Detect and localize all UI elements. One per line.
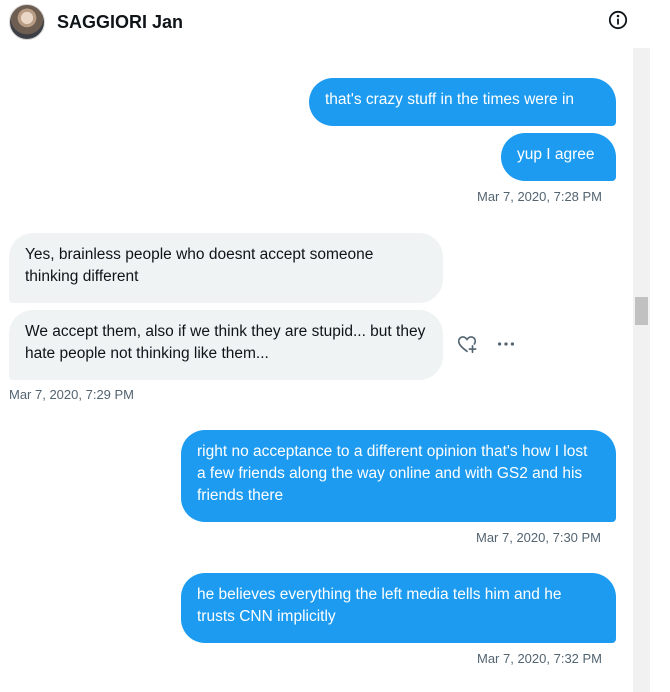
message-text: Yes, brainless people who doesnt accept … bbox=[25, 246, 374, 285]
message-bubble-sent[interactable]: that's crazy stuff in the times were in bbox=[309, 78, 616, 126]
info-icon[interactable] bbox=[608, 10, 628, 30]
scrollbar-thumb[interactable] bbox=[635, 297, 648, 325]
message-timestamp: Mar 7, 2020, 7:29 PM bbox=[9, 387, 135, 402]
heart-plus-icon[interactable] bbox=[456, 333, 478, 355]
message-bubble-sent[interactable]: yup I agree bbox=[501, 133, 616, 181]
message-text: right no acceptance to a different opini… bbox=[197, 443, 588, 504]
message-text: he believes everything the left media te… bbox=[197, 586, 562, 625]
message-timestamp: Mar 7, 2020, 7:30 PM bbox=[476, 530, 602, 545]
message-bubble-sent[interactable]: right no acceptance to a different opini… bbox=[181, 430, 616, 522]
message-bubble-received[interactable]: We accept them, also if we think they ar… bbox=[9, 310, 443, 380]
more-icon[interactable] bbox=[495, 333, 517, 355]
message-text: that's crazy stuff in the times were in bbox=[325, 91, 575, 108]
message-text: yup I agree bbox=[517, 146, 595, 163]
message-timestamp: Mar 7, 2020, 7:32 PM bbox=[477, 651, 603, 666]
message-text: We accept them, also if we think they ar… bbox=[25, 323, 426, 362]
message-bubble-sent[interactable]: he believes everything the left media te… bbox=[181, 573, 616, 643]
user-avatar[interactable] bbox=[9, 4, 45, 40]
scrollbar[interactable] bbox=[633, 48, 650, 692]
conversation-user-name[interactable]: SAGGIORI Jan bbox=[57, 12, 183, 33]
conversation-header: SAGGIORI Jan bbox=[0, 0, 670, 46]
message-timestamp: Mar 7, 2020, 7:28 PM bbox=[477, 189, 603, 204]
message-bubble-received[interactable]: Yes, brainless people who doesnt accept … bbox=[9, 233, 443, 303]
